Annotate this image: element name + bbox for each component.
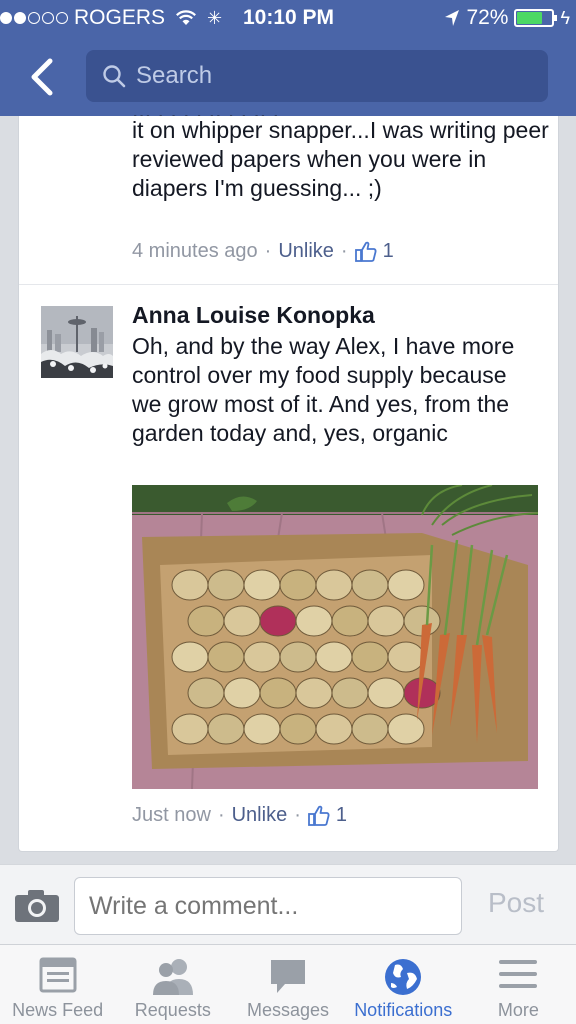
globe-icon — [385, 959, 422, 995]
thumbs-up-icon[interactable] — [307, 805, 330, 827]
carrier-name: ROGERS — [74, 6, 166, 29]
camera-icon — [15, 890, 59, 922]
comment-timestamp: Just now — [132, 804, 211, 826]
tab-label: News Feed — [12, 1000, 104, 1020]
comment-text: it on whipper snapper...I was writing pe… — [132, 117, 549, 201]
search-placeholder: Search — [136, 62, 213, 89]
comment-timestamp: 4 minutes ago — [132, 240, 258, 262]
tab-label: Notifications — [354, 1000, 453, 1020]
tab-requests[interactable]: Requests — [115, 945, 230, 1024]
wifi-icon — [176, 10, 196, 25]
avatar[interactable] — [41, 306, 113, 378]
battery-percentage: 72% — [466, 6, 509, 29]
messages-icon — [271, 960, 305, 993]
unlike-link[interactable]: Unlike — [232, 804, 288, 827]
thumbs-up-icon[interactable] — [354, 241, 377, 263]
comment-input[interactable] — [74, 877, 462, 935]
back-button[interactable] — [20, 54, 62, 100]
battery-icon — [514, 9, 558, 27]
tab-more[interactable]: More — [461, 945, 576, 1024]
divider — [19, 284, 558, 285]
tab-label: Requests — [134, 1000, 211, 1020]
like-count: 1 — [382, 240, 394, 262]
post-button[interactable]: Post — [488, 887, 544, 919]
unlike-link[interactable]: Unlike — [278, 240, 334, 263]
charging-icon: ϟ — [560, 7, 570, 28]
tab-messages[interactable]: Messages — [230, 945, 345, 1024]
tab-notifications[interactable]: Notifications — [346, 945, 461, 1024]
camera-button[interactable] — [14, 889, 60, 928]
tab-label: More — [497, 1000, 539, 1020]
navigation-header: ROGERS ✳ 10:10 PM 72% ϟ Search — [0, 0, 576, 116]
comment-meta: Just now · Unlike · 1 — [132, 804, 347, 827]
comment-author[interactable]: Anna Louise Konopka — [132, 302, 375, 329]
clock: 10:10 PM — [243, 6, 335, 29]
activity-spinner-icon: ✳ — [207, 7, 223, 28]
tab-bar: News Feed Requests Messages Notification… — [0, 944, 576, 1024]
comment-composer: Post — [0, 864, 576, 944]
comments-card: ... . . . . .. . . .. . it on whipper sn… — [18, 106, 559, 852]
like-count: 1 — [335, 804, 347, 826]
comment-text: Oh, and by the way Alex, I have more con… — [132, 333, 515, 446]
location-arrow-icon — [445, 10, 460, 26]
comment-meta: 4 minutes ago · Unlike · 1 — [132, 240, 394, 263]
comment-photo[interactable] — [132, 485, 538, 789]
comment-text-cutoff: ... . . . . .. . . .. . — [132, 106, 552, 116]
comment-previous: ... . . . . .. . . .. . it on whipper sn… — [132, 106, 552, 210]
search-input[interactable]: Search — [86, 50, 548, 102]
menu-icon — [499, 960, 538, 988]
status-bar: ROGERS ✳ 10:10 PM 72% ϟ — [0, 0, 576, 40]
tab-label: Messages — [246, 1000, 330, 1020]
tab-news-feed[interactable]: News Feed — [0, 945, 115, 1024]
requests-icon — [152, 959, 193, 995]
search-icon — [103, 65, 126, 88]
signal-strength-icon — [0, 12, 68, 24]
news-feed-icon — [39, 957, 77, 993]
chevron-left-icon — [31, 58, 53, 96]
